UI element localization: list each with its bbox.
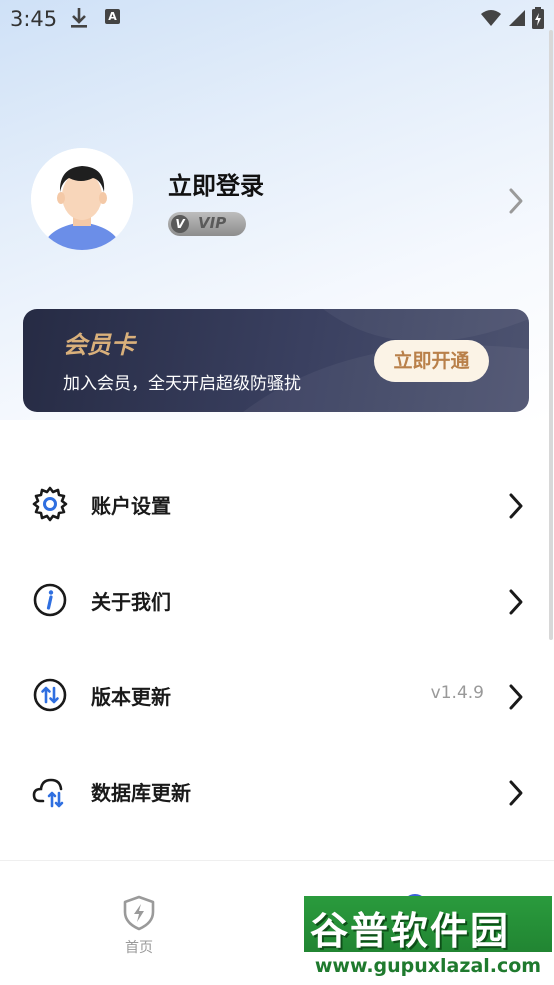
chevron-right-icon: [506, 682, 526, 716]
menu-item-label: 版本更新: [91, 685, 171, 709]
watermark-logo: 谷普软件园 www.gupuxlazal.com: [304, 896, 552, 980]
vip-v-icon: V: [171, 215, 189, 233]
version-value: v1.4.9: [430, 683, 484, 703]
menu-item-account-settings[interactable]: 账户设置: [0, 455, 554, 551]
menu-item-label: 账户设置: [91, 494, 171, 518]
login-button[interactable]: 立即登录: [168, 166, 264, 201]
signal-icon: [509, 10, 525, 26]
shield-icon: [123, 895, 155, 931]
activate-membership-button[interactable]: 立即开通: [374, 340, 489, 382]
info-icon: [32, 582, 68, 618]
watermark-title: 谷普软件园: [310, 909, 511, 953]
battery-icon: [532, 7, 544, 29]
wifi-icon: [481, 10, 501, 26]
status-right-icons: [480, 7, 544, 29]
menu-item-label: 关于我们: [91, 590, 171, 614]
profile-chevron-right-icon[interactable]: [506, 186, 526, 220]
watermark-url: www.gupuxlazal.com: [304, 952, 552, 980]
status-time: 3:45: [10, 7, 58, 31]
nav-tab-home[interactable]: 首页: [115, 895, 163, 957]
update-icon: [32, 677, 68, 713]
menu-item-about-us[interactable]: 关于我们: [0, 551, 554, 647]
vip-badge-label: VIP: [198, 214, 227, 232]
download-icon: [68, 6, 90, 34]
status-bar: 3:45 A: [0, 0, 554, 38]
member-card-title: 会员卡: [63, 331, 135, 359]
vip-badge: V VIP: [168, 212, 246, 236]
member-card-subtitle: 加入会员，全天开启超级防骚扰: [63, 374, 301, 394]
cloud-sync-icon: [32, 773, 68, 809]
notification-app-icon: A: [105, 9, 120, 24]
member-card[interactable]: 会员卡 加入会员，全天开启超级防骚扰 立即开通: [23, 309, 529, 412]
avatar[interactable]: [31, 148, 133, 250]
menu-item-label: 数据库更新: [91, 781, 191, 805]
nav-home-label: 首页: [125, 940, 153, 956]
chevron-right-icon: [506, 778, 526, 812]
chevron-right-icon: [506, 587, 526, 621]
gear-icon: [32, 486, 68, 522]
menu-item-version-update[interactable]: 版本更新 v1.4.9: [0, 646, 554, 742]
chevron-right-icon: [506, 491, 526, 525]
menu-item-database-update[interactable]: 数据库更新: [0, 742, 554, 838]
